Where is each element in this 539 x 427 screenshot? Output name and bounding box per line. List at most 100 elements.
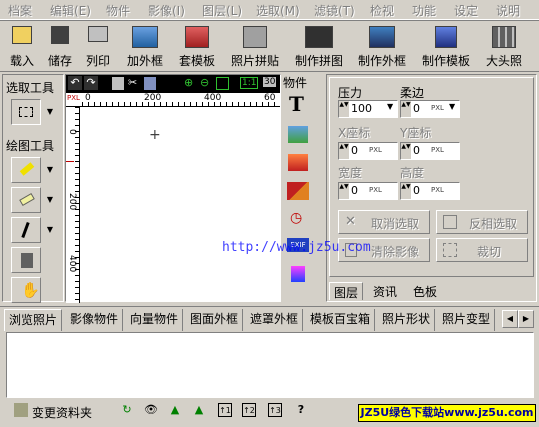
cancel-selection-button[interactable]: ✕ 取消选取 (338, 210, 430, 234)
paste-icon[interactable] (144, 77, 156, 90)
feather-dropdown-icon[interactable]: ▼ (449, 102, 455, 111)
zoom-level[interactable]: 30 (263, 77, 277, 87)
zoom-in-icon[interactable]: ⊕ (184, 76, 193, 89)
photo-collage-button[interactable]: 照片拼贴 (226, 24, 284, 70)
tab-page-frames[interactable]: 图面外框 (186, 309, 244, 331)
pressure-spinner[interactable]: ▲▼ 100 ▼ (338, 100, 398, 118)
fit-window-icon[interactable] (216, 77, 229, 90)
redo-icon[interactable]: ↷ (84, 76, 98, 90)
menu-edit[interactable]: 编辑(E) (50, 2, 91, 19)
folder-change-icon[interactable] (14, 403, 28, 417)
spin-arrows-icon[interactable]: ▲▼ (401, 143, 411, 159)
menu-file[interactable]: 档案 (8, 2, 32, 19)
menu-bar: 档案 编辑(E) 物件 影像(I) 图层(L) 选取(M) 滤镜(T) 检视 功… (0, 0, 539, 20)
sort-asc-icon[interactable]: ▲ (168, 403, 182, 417)
clock-icon[interactable]: ◷ (290, 210, 302, 226)
save-button[interactable]: 储存 (44, 24, 76, 70)
undo-icon[interactable]: ↶ (68, 76, 82, 90)
tab-photo-shapes[interactable]: 照片形状 (378, 309, 436, 331)
spin-arrows-icon[interactable]: ▲▼ (339, 143, 349, 159)
actual-size-button[interactable]: 1:1 (240, 77, 259, 89)
load-button[interactable]: 载入 (6, 24, 38, 70)
spin-arrows-icon[interactable]: ▲▼ (401, 183, 411, 199)
width-value: 0 (351, 184, 358, 197)
v-ruler-ticks (75, 107, 79, 303)
y-spinner[interactable]: ▲▼ 0 PXL (400, 142, 460, 160)
tab-scroll-left-button[interactable]: ◀ (502, 310, 518, 328)
spin-arrows-icon[interactable]: ▲▼ (339, 101, 349, 117)
tab-mask-frames[interactable]: 遮罩外框 (246, 309, 304, 331)
view-1-icon[interactable]: ↑1 (218, 403, 232, 417)
print-button[interactable]: 列印 (82, 24, 114, 70)
pen-tool[interactable] (11, 217, 41, 243)
add-frame-button[interactable]: 加外框 (122, 24, 168, 70)
menu-filter[interactable]: 滤镜(T) (314, 2, 355, 19)
view-3-icon[interactable]: ↑3 (268, 403, 282, 417)
help-icon[interactable]: ? (294, 403, 308, 417)
menu-settings[interactable]: 设定 (454, 2, 478, 19)
menu-view[interactable]: 检视 (370, 2, 394, 19)
feather-label: 柔边 (400, 86, 425, 100)
spin-arrows-icon[interactable]: ▲▼ (339, 183, 349, 199)
height-spinner[interactable]: ▲▼ 0 PXL (400, 182, 460, 200)
zoom-out-icon[interactable]: ⊖ (200, 76, 209, 89)
hand-tool[interactable]: ✋ (11, 277, 41, 303)
change-folder-label[interactable]: 变更资料夹 (32, 404, 92, 421)
tab-layers[interactable]: 图层 (329, 282, 364, 300)
view-2-icon[interactable]: ↑2 (242, 403, 256, 417)
menu-layer[interactable]: 图层(L) (202, 2, 242, 19)
refresh-icon[interactable]: ↻ (120, 403, 134, 417)
width-spinner[interactable]: ▲▼ 0 PXL (338, 182, 398, 200)
photo-browser-area[interactable] (6, 332, 534, 398)
image-object-icon[interactable] (288, 126, 308, 143)
stamp-tool[interactable] (11, 247, 41, 273)
width-label: 宽度 (338, 166, 363, 180)
cake-icon[interactable] (291, 266, 305, 282)
menu-help[interactable]: 说明 (496, 2, 520, 19)
crop-button[interactable]: 裁切 (436, 238, 528, 262)
feather-spinner[interactable]: ▲▼ 0 PXL ▼ (400, 100, 460, 118)
photo-object-icon[interactable] (288, 154, 308, 171)
canvas-area: ↶ ↷ ✂ ⊕ ⊖ 1:1 30 PXL 0 200 400 60 0 200 … (65, 74, 281, 303)
tab-image-objects[interactable]: 影像物件 (66, 309, 124, 331)
menu-object[interactable]: 物件 (106, 2, 130, 19)
menu-select[interactable]: 选取(M) (256, 2, 300, 19)
text-object-icon[interactable]: T (289, 92, 304, 116)
menu-image[interactable]: 影像(I) (148, 2, 185, 19)
select-dropdown-arrow[interactable]: ▼ (45, 99, 55, 125)
frame-tool-icon (369, 26, 395, 48)
layers-object-icon[interactable] (287, 182, 309, 200)
tab-template-box[interactable]: 模板百宝箱 (306, 309, 376, 331)
pen-dropdown-arrow[interactable]: ▼ (45, 217, 55, 243)
make-frame-button[interactable]: 制作外框 (353, 24, 411, 70)
y-unit: PXL (431, 146, 444, 154)
pencil-dropdown-arrow[interactable]: ▼ (45, 157, 55, 183)
invert-selection-button[interactable]: 反相选取 (436, 210, 528, 234)
tab-browse-photos[interactable]: 浏览照片 (4, 309, 63, 331)
tab-vector-objects[interactable]: 向量物件 (126, 309, 184, 331)
eye-icon[interactable]: 👁 (144, 403, 158, 417)
cut-icon[interactable]: ✂ (128, 76, 137, 89)
pencil-tool[interactable] (11, 157, 41, 183)
sort-desc-icon[interactable]: ▲ (192, 403, 206, 417)
template-button[interactable]: 套模板 (174, 24, 220, 70)
x-spinner[interactable]: ▲▼ 0 PXL (338, 142, 398, 160)
x-label: X座标 (338, 126, 371, 140)
tab-info[interactable]: 资讯 (369, 282, 401, 300)
menu-function[interactable]: 功能 (412, 2, 436, 19)
tab-scroll-right-button[interactable]: ▶ (518, 310, 534, 328)
make-template-button[interactable]: 制作模板 (417, 24, 475, 70)
big-head-button[interactable]: 大头照 (481, 24, 527, 70)
eraser-dropdown-arrow[interactable]: ▼ (45, 187, 55, 213)
tab-photo-transform[interactable]: 照片变型 (438, 309, 496, 331)
make-collage-button[interactable]: 制作拼图 (290, 24, 348, 70)
drawing-canvas[interactable]: + (81, 107, 279, 301)
copy-icon[interactable] (112, 77, 124, 90)
pressure-dropdown-icon[interactable]: ▼ (387, 102, 393, 111)
spin-arrows-icon[interactable]: ▲▼ (401, 101, 411, 117)
collage-icon (243, 26, 267, 48)
eraser-tool[interactable] (11, 187, 41, 213)
tab-swatches[interactable]: 色板 (409, 282, 441, 300)
rect-select-tool[interactable] (11, 99, 41, 125)
cancel-x-icon: ✕ (345, 214, 356, 229)
